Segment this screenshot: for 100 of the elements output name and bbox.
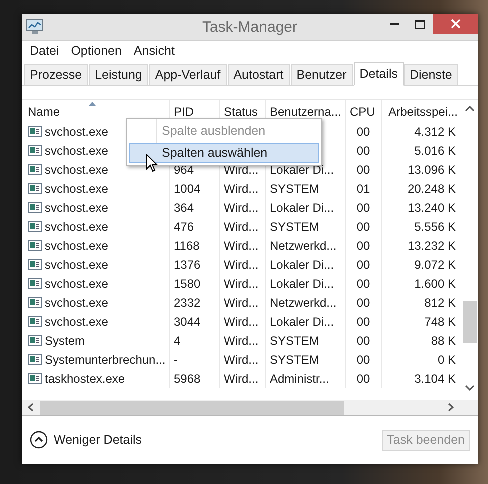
table-cell: Wird... <box>224 296 259 310</box>
table-cell: svchost.exe <box>45 296 108 310</box>
menu-item[interactable]: Ansicht <box>128 41 181 61</box>
window-icon <box>28 164 42 175</box>
window-icon <box>28 297 42 308</box>
table-cell: SYSTEM <box>270 334 320 348</box>
table-cell: 476 <box>174 220 194 234</box>
menu-item[interactable]: Optionen <box>65 41 128 61</box>
scroll-left-icon[interactable] <box>28 403 34 412</box>
table-cell: 1.600 K <box>414 276 456 290</box>
table-cell: Netzwerkd... <box>270 296 337 310</box>
window-title: Task-Manager <box>201 18 299 36</box>
table-cell: - <box>174 352 178 366</box>
table-cell: 00 <box>356 276 370 290</box>
table-cell: 5.016 K <box>414 144 456 158</box>
window-icon <box>28 183 42 194</box>
menu-item[interactable]: Spalten auswählen <box>129 143 319 163</box>
window-icon <box>28 373 42 384</box>
tab[interactable]: Dienste <box>404 64 458 85</box>
table-cell: 812 K <box>424 296 456 310</box>
scroll-up-icon[interactable] <box>465 106 475 112</box>
table-cell: svchost.exe <box>45 124 108 138</box>
table-cell: Lokaler Di... <box>270 162 334 176</box>
close-icon <box>450 19 460 29</box>
minimize-icon <box>390 23 398 25</box>
table-cell: System <box>45 334 86 348</box>
table-cell: taskhostex.exe <box>45 372 126 386</box>
table-cell: 4 <box>174 334 181 348</box>
table-cell: 00 <box>356 162 370 176</box>
tab[interactable]: Leistung <box>89 64 148 85</box>
table-cell: 00 <box>356 314 370 328</box>
scroll-down-icon[interactable] <box>465 385 475 391</box>
column-header[interactable]: CPU <box>346 100 382 122</box>
table-cell: SYSTEM <box>270 352 320 366</box>
fewer-details-toggle[interactable]: Weniger Details <box>30 431 142 449</box>
table-cell: 00 <box>356 200 370 214</box>
window-icon <box>28 259 42 270</box>
horizontal-scrollbar[interactable] <box>22 400 478 416</box>
table-cell: svchost.exe <box>45 200 108 214</box>
table-cell: 5968 <box>174 372 201 386</box>
scrollbar-thumb[interactable] <box>40 400 344 414</box>
table-cell: 1580 <box>174 276 201 290</box>
table-cell: Wird... <box>224 238 259 252</box>
monitor-icon <box>26 19 44 35</box>
table-cell: svchost.exe <box>45 258 108 272</box>
table-cell: Wird... <box>224 200 259 214</box>
window-icon <box>28 145 42 156</box>
window-icon <box>28 202 42 213</box>
close-button[interactable] <box>433 14 478 34</box>
table-cell: Systemunterbrechun... <box>45 352 166 366</box>
table-cell: Administr... <box>270 372 330 386</box>
table-cell: 0 K <box>438 352 456 366</box>
table-cell: Netzwerkd... <box>270 238 337 252</box>
table-cell: SYSTEM <box>270 182 320 196</box>
table-cell: 13.232 K <box>408 238 456 252</box>
tab[interactable]: App-Verlauf <box>149 64 227 85</box>
table-cell: 748 K <box>424 314 456 328</box>
table-cell: 13.240 K <box>408 200 456 214</box>
maximize-icon <box>415 20 425 28</box>
table-cell: 88 K <box>431 334 456 348</box>
table-cell: 00 <box>356 296 370 310</box>
table-cell: 00 <box>356 258 370 272</box>
table-cell: 00 <box>356 144 370 158</box>
column-header[interactable]: Arbeitsspei... <box>382 100 460 122</box>
table-cell: svchost.exe <box>45 220 108 234</box>
table-cell: 00 <box>356 352 370 366</box>
menu-item[interactable]: Datei <box>24 41 66 61</box>
window-icon <box>28 126 42 137</box>
table-cell: svchost.exe <box>45 144 108 158</box>
table-cell: Wird... <box>224 220 259 234</box>
table-cell: 9.072 K <box>414 258 456 272</box>
table-cell: Wird... <box>224 182 259 196</box>
tab[interactable]: Autostart <box>228 64 290 85</box>
table-cell: 00 <box>356 124 370 138</box>
table-cell: SYSTEM <box>270 220 320 234</box>
window-icon <box>28 354 42 365</box>
table-cell: Wird... <box>224 334 259 348</box>
window-icon <box>28 335 42 346</box>
tab[interactable]: Prozesse <box>24 64 88 85</box>
table-cell: 00 <box>356 220 370 234</box>
window-icon <box>28 316 42 327</box>
table-cell: 1004 <box>174 182 201 196</box>
table-cell: Wird... <box>224 352 259 366</box>
table-cell: Lokaler Di... <box>270 200 334 214</box>
tab[interactable]: Benutzer <box>290 64 353 85</box>
table-cell: Wird... <box>224 162 259 176</box>
table-cell: Wird... <box>224 314 259 328</box>
table-cell: svchost.exe <box>45 314 108 328</box>
sort-caret-icon <box>88 102 96 106</box>
table-cell: 364 <box>174 200 194 214</box>
window-icon <box>28 221 42 232</box>
table-cell: 00 <box>356 372 370 386</box>
scrollbar-thumb[interactable] <box>463 301 477 343</box>
table-cell: 20.248 K <box>408 182 456 196</box>
table-cell: svchost.exe <box>45 182 108 196</box>
table-cell: 2332 <box>174 296 201 310</box>
window-icon <box>28 278 42 289</box>
scroll-right-icon[interactable] <box>448 403 454 412</box>
tab[interactable]: Details <box>354 62 404 86</box>
table-cell: Lokaler Di... <box>270 314 334 328</box>
